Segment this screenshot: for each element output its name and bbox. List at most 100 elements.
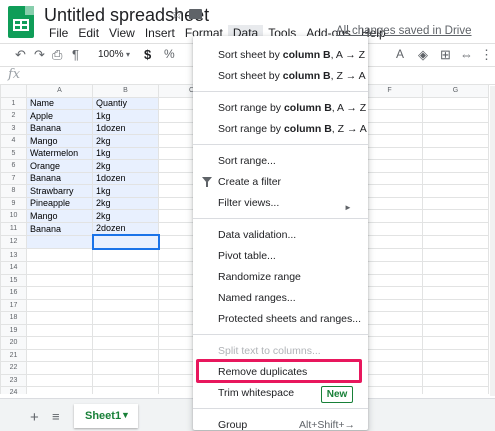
cell[interactable]	[422, 134, 489, 148]
cell[interactable]	[92, 273, 159, 287]
cell[interactable]	[422, 109, 489, 123]
paint-format-icon[interactable]: ¶	[72, 47, 79, 62]
cell[interactable]	[92, 298, 159, 312]
cell[interactable]: 1kg	[92, 109, 159, 123]
cell[interactable]	[26, 234, 93, 249]
cell[interactable]: 2dozen	[92, 221, 159, 236]
cell[interactable]	[26, 348, 93, 362]
cell[interactable]	[422, 96, 489, 110]
cell[interactable]: Banana	[26, 171, 93, 185]
cell[interactable]: 2kg	[92, 196, 159, 210]
menu-item-group[interactable]: Group	[218, 419, 247, 431]
cell[interactable]	[422, 286, 489, 300]
currency-icon[interactable]: $	[144, 47, 151, 62]
cell[interactable]	[92, 248, 159, 262]
cell[interactable]: Strawbarry	[26, 184, 93, 198]
cell[interactable]	[422, 234, 489, 249]
cell[interactable]	[26, 323, 93, 337]
corner-cell[interactable]	[0, 84, 27, 98]
row-header[interactable]: 19	[0, 323, 27, 337]
cell[interactable]	[422, 159, 489, 173]
menu-item-sort-sheet-za[interactable]: Sort sheet by column B, Z → A	[218, 70, 366, 82]
row-header[interactable]: 1	[0, 96, 27, 110]
menu-item-create-filter[interactable]: Create a filter	[218, 176, 281, 188]
percent-icon[interactable]: %	[164, 47, 175, 61]
cell[interactable]	[422, 146, 489, 160]
cell[interactable]	[26, 373, 93, 387]
cell[interactable]	[92, 386, 159, 394]
cell[interactable]	[26, 298, 93, 312]
cell[interactable]	[422, 361, 489, 375]
row-header[interactable]: 13	[0, 248, 27, 262]
add-sheet-icon[interactable]: +	[30, 409, 39, 426]
row-header[interactable]: 21	[0, 348, 27, 362]
cell[interactable]	[92, 373, 159, 387]
row-header[interactable]: 20	[0, 336, 27, 350]
cell[interactable]	[422, 261, 489, 275]
cell[interactable]: Pineapple	[26, 196, 93, 210]
cell[interactable]: 1dozen	[92, 121, 159, 135]
cell[interactable]	[422, 196, 489, 210]
cell[interactable]: 2kg	[92, 209, 159, 223]
cell[interactable]	[26, 286, 93, 300]
fill-color-icon[interactable]: ◈	[418, 47, 428, 63]
zoom-select[interactable]: 100%	[98, 49, 124, 60]
cell[interactable]	[422, 121, 489, 135]
menu-item-named-ranges[interactable]: Named ranges...	[218, 292, 296, 304]
cell[interactable]	[422, 171, 489, 185]
row-header[interactable]: 8	[0, 184, 27, 198]
menu-edit[interactable]: Edit	[73, 25, 104, 41]
menu-file[interactable]: File	[44, 25, 73, 41]
sheets-logo-icon[interactable]	[8, 6, 34, 38]
row-header[interactable]: 10	[0, 209, 27, 223]
cell[interactable]	[26, 273, 93, 287]
cell[interactable]: 1kg	[92, 184, 159, 198]
text-color-icon[interactable]: A	[396, 47, 404, 61]
row-header[interactable]: 12	[0, 234, 27, 249]
menu-item-randomize-range[interactable]: Randomize range	[218, 271, 301, 283]
cell[interactable]: 2kg	[92, 134, 159, 148]
cell[interactable]	[91, 234, 160, 250]
cell[interactable]	[422, 221, 489, 236]
column-header-b[interactable]: B	[92, 84, 159, 98]
cell[interactable]: Quantiy	[92, 96, 159, 110]
cell[interactable]	[422, 311, 489, 325]
menu-view[interactable]: View	[104, 25, 140, 41]
cell[interactable]	[26, 248, 93, 262]
document-title[interactable]: Untitled spreadsheet	[44, 5, 209, 26]
row-header[interactable]: 15	[0, 273, 27, 287]
vertical-scrollbar[interactable]	[490, 86, 495, 396]
cell[interactable]	[26, 261, 93, 275]
cell[interactable]: 1kg	[92, 146, 159, 160]
cell[interactable]	[422, 184, 489, 198]
cell[interactable]: Name	[26, 96, 93, 110]
menu-item-filter-views[interactable]: Filter views...	[218, 197, 279, 209]
cell[interactable]: 1dozen	[92, 171, 159, 185]
cell[interactable]	[422, 273, 489, 287]
more-icon[interactable]: ⋮	[480, 47, 493, 63]
cell[interactable]	[422, 386, 489, 394]
row-header[interactable]: 3	[0, 121, 27, 135]
menu-item-sort-range[interactable]: Sort range...	[218, 155, 276, 167]
menu-item-sort-range-az[interactable]: Sort range by column B, A → Z	[218, 102, 366, 114]
cell[interactable]	[26, 336, 93, 350]
column-header-a[interactable]: A	[26, 84, 93, 98]
cell[interactable]	[422, 323, 489, 337]
row-header[interactable]: 17	[0, 298, 27, 312]
cell[interactable]: Banana	[26, 121, 93, 135]
cell[interactable]	[92, 323, 159, 337]
all-sheets-icon[interactable]: ≡	[52, 409, 60, 424]
cell[interactable]	[26, 361, 93, 375]
row-header[interactable]: 4	[0, 134, 27, 148]
cell[interactable]	[422, 336, 489, 350]
print-icon[interactable]: ⎙	[52, 47, 62, 63]
row-header[interactable]: 5	[0, 146, 27, 160]
menu-item-trim-whitespace[interactable]: Trim whitespace	[218, 387, 294, 399]
cell[interactable]: Apple	[26, 109, 93, 123]
cell[interactable]	[422, 298, 489, 312]
zoom-caret-icon[interactable]: ▾	[126, 50, 130, 59]
menu-item-sort-range-za[interactable]: Sort range by column B, Z → A	[218, 123, 367, 135]
redo-icon[interactable]: ↷	[34, 47, 45, 63]
cell[interactable]: Mango	[26, 134, 93, 148]
column-header-g[interactable]: G	[422, 84, 489, 98]
